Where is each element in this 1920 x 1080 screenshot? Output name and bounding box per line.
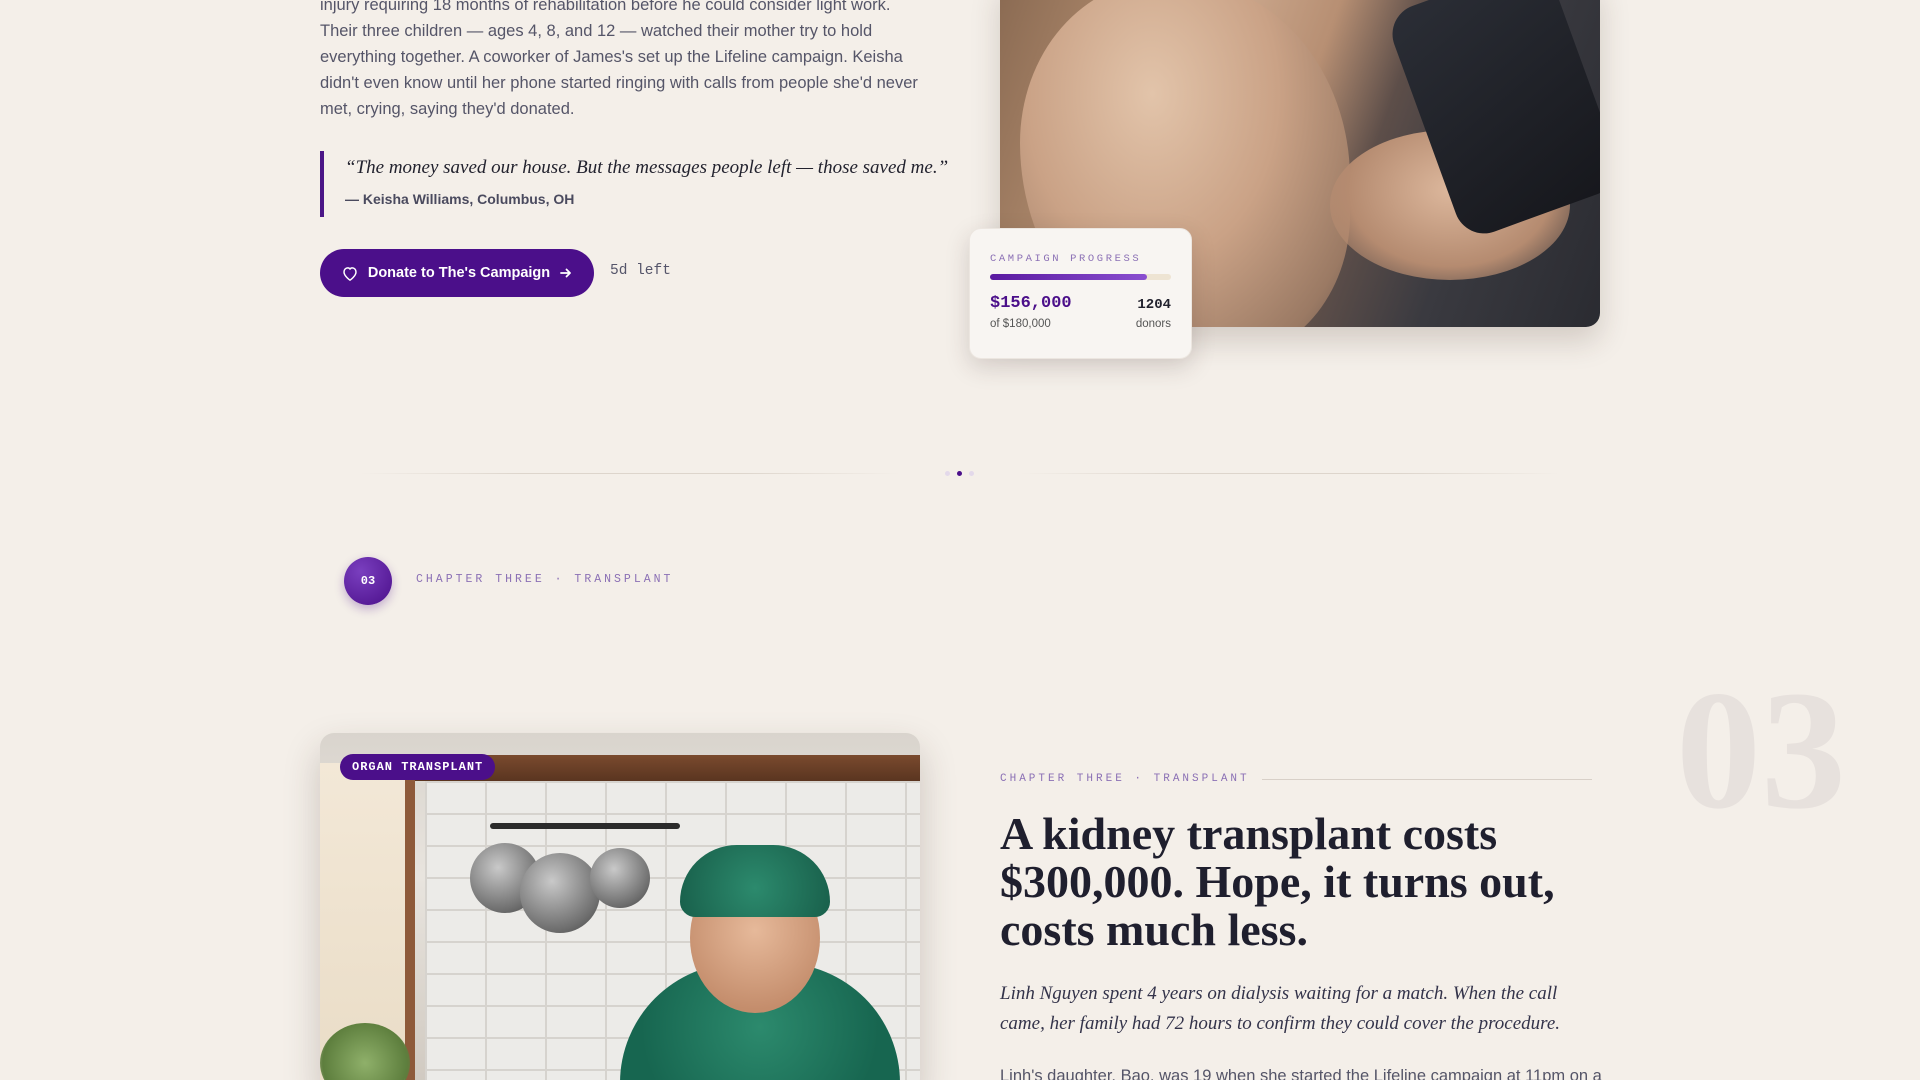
amount-raised: $156,000: [990, 294, 1072, 313]
category-badge: ORGAN TRANSPLANT: [340, 754, 496, 780]
chapter-heading: A kidney transplant costs $300,000. Hope…: [1000, 808, 1555, 955]
progress-bar: [990, 274, 1171, 280]
chapter-section-kicker-text: CHAPTER THREE · TRANSPLANT: [1000, 773, 1250, 785]
arrow-right-icon: [560, 267, 572, 279]
chapter-body: Linh's daughter, Bao, was 19 when she st…: [1000, 1067, 1602, 1080]
heart-icon: [342, 266, 358, 281]
donate-button-label: Donate to The's Campaign: [367, 265, 551, 281]
section-divider-left: [360, 473, 900, 474]
progress-label: CAMPAIGN PROGRESS: [990, 253, 1142, 265]
chapter-ghost-number: 03: [1676, 656, 1846, 844]
chapter-section-kicker: CHAPTER THREE · TRANSPLANT: [1000, 773, 1592, 785]
kicker-rule: [1261, 778, 1592, 780]
donor-label: donors: [1135, 318, 1171, 330]
story-paragraph: injury requiring 18 months of rehabilita…: [320, 0, 918, 118]
quote-attribution: — Keisha Williams, Columbus, OH: [345, 191, 575, 207]
chapter-photo: [320, 733, 920, 1080]
donor-count: 1204: [1137, 297, 1171, 313]
chapter-number-badge: 03: [344, 557, 392, 605]
carousel-dot-2[interactable]: [957, 471, 962, 476]
donate-button[interactable]: Donate to The's Campaign: [320, 249, 594, 297]
chapter-kicker: CHAPTER THREE · TRANSPLANT: [416, 573, 674, 586]
days-left: 5d left: [610, 263, 671, 279]
chapter-lede: Linh Nguyen spent 4 years on dialysis wa…: [1000, 983, 1561, 1034]
goal-amount: of $180,000: [990, 318, 1051, 330]
campaign-progress-card: CAMPAIGN PROGRESS $156,000 of $180,000 1…: [969, 228, 1192, 359]
carousel-dot-3[interactable]: [969, 471, 974, 476]
progress-bar-fill: [990, 274, 1147, 280]
carousel-dot-1[interactable]: [945, 471, 950, 476]
testimonial-quote: “The money saved our house. But the mess…: [320, 151, 950, 217]
quote-text: “The money saved our house. But the mess…: [345, 157, 949, 178]
section-divider-right: [1020, 473, 1560, 474]
